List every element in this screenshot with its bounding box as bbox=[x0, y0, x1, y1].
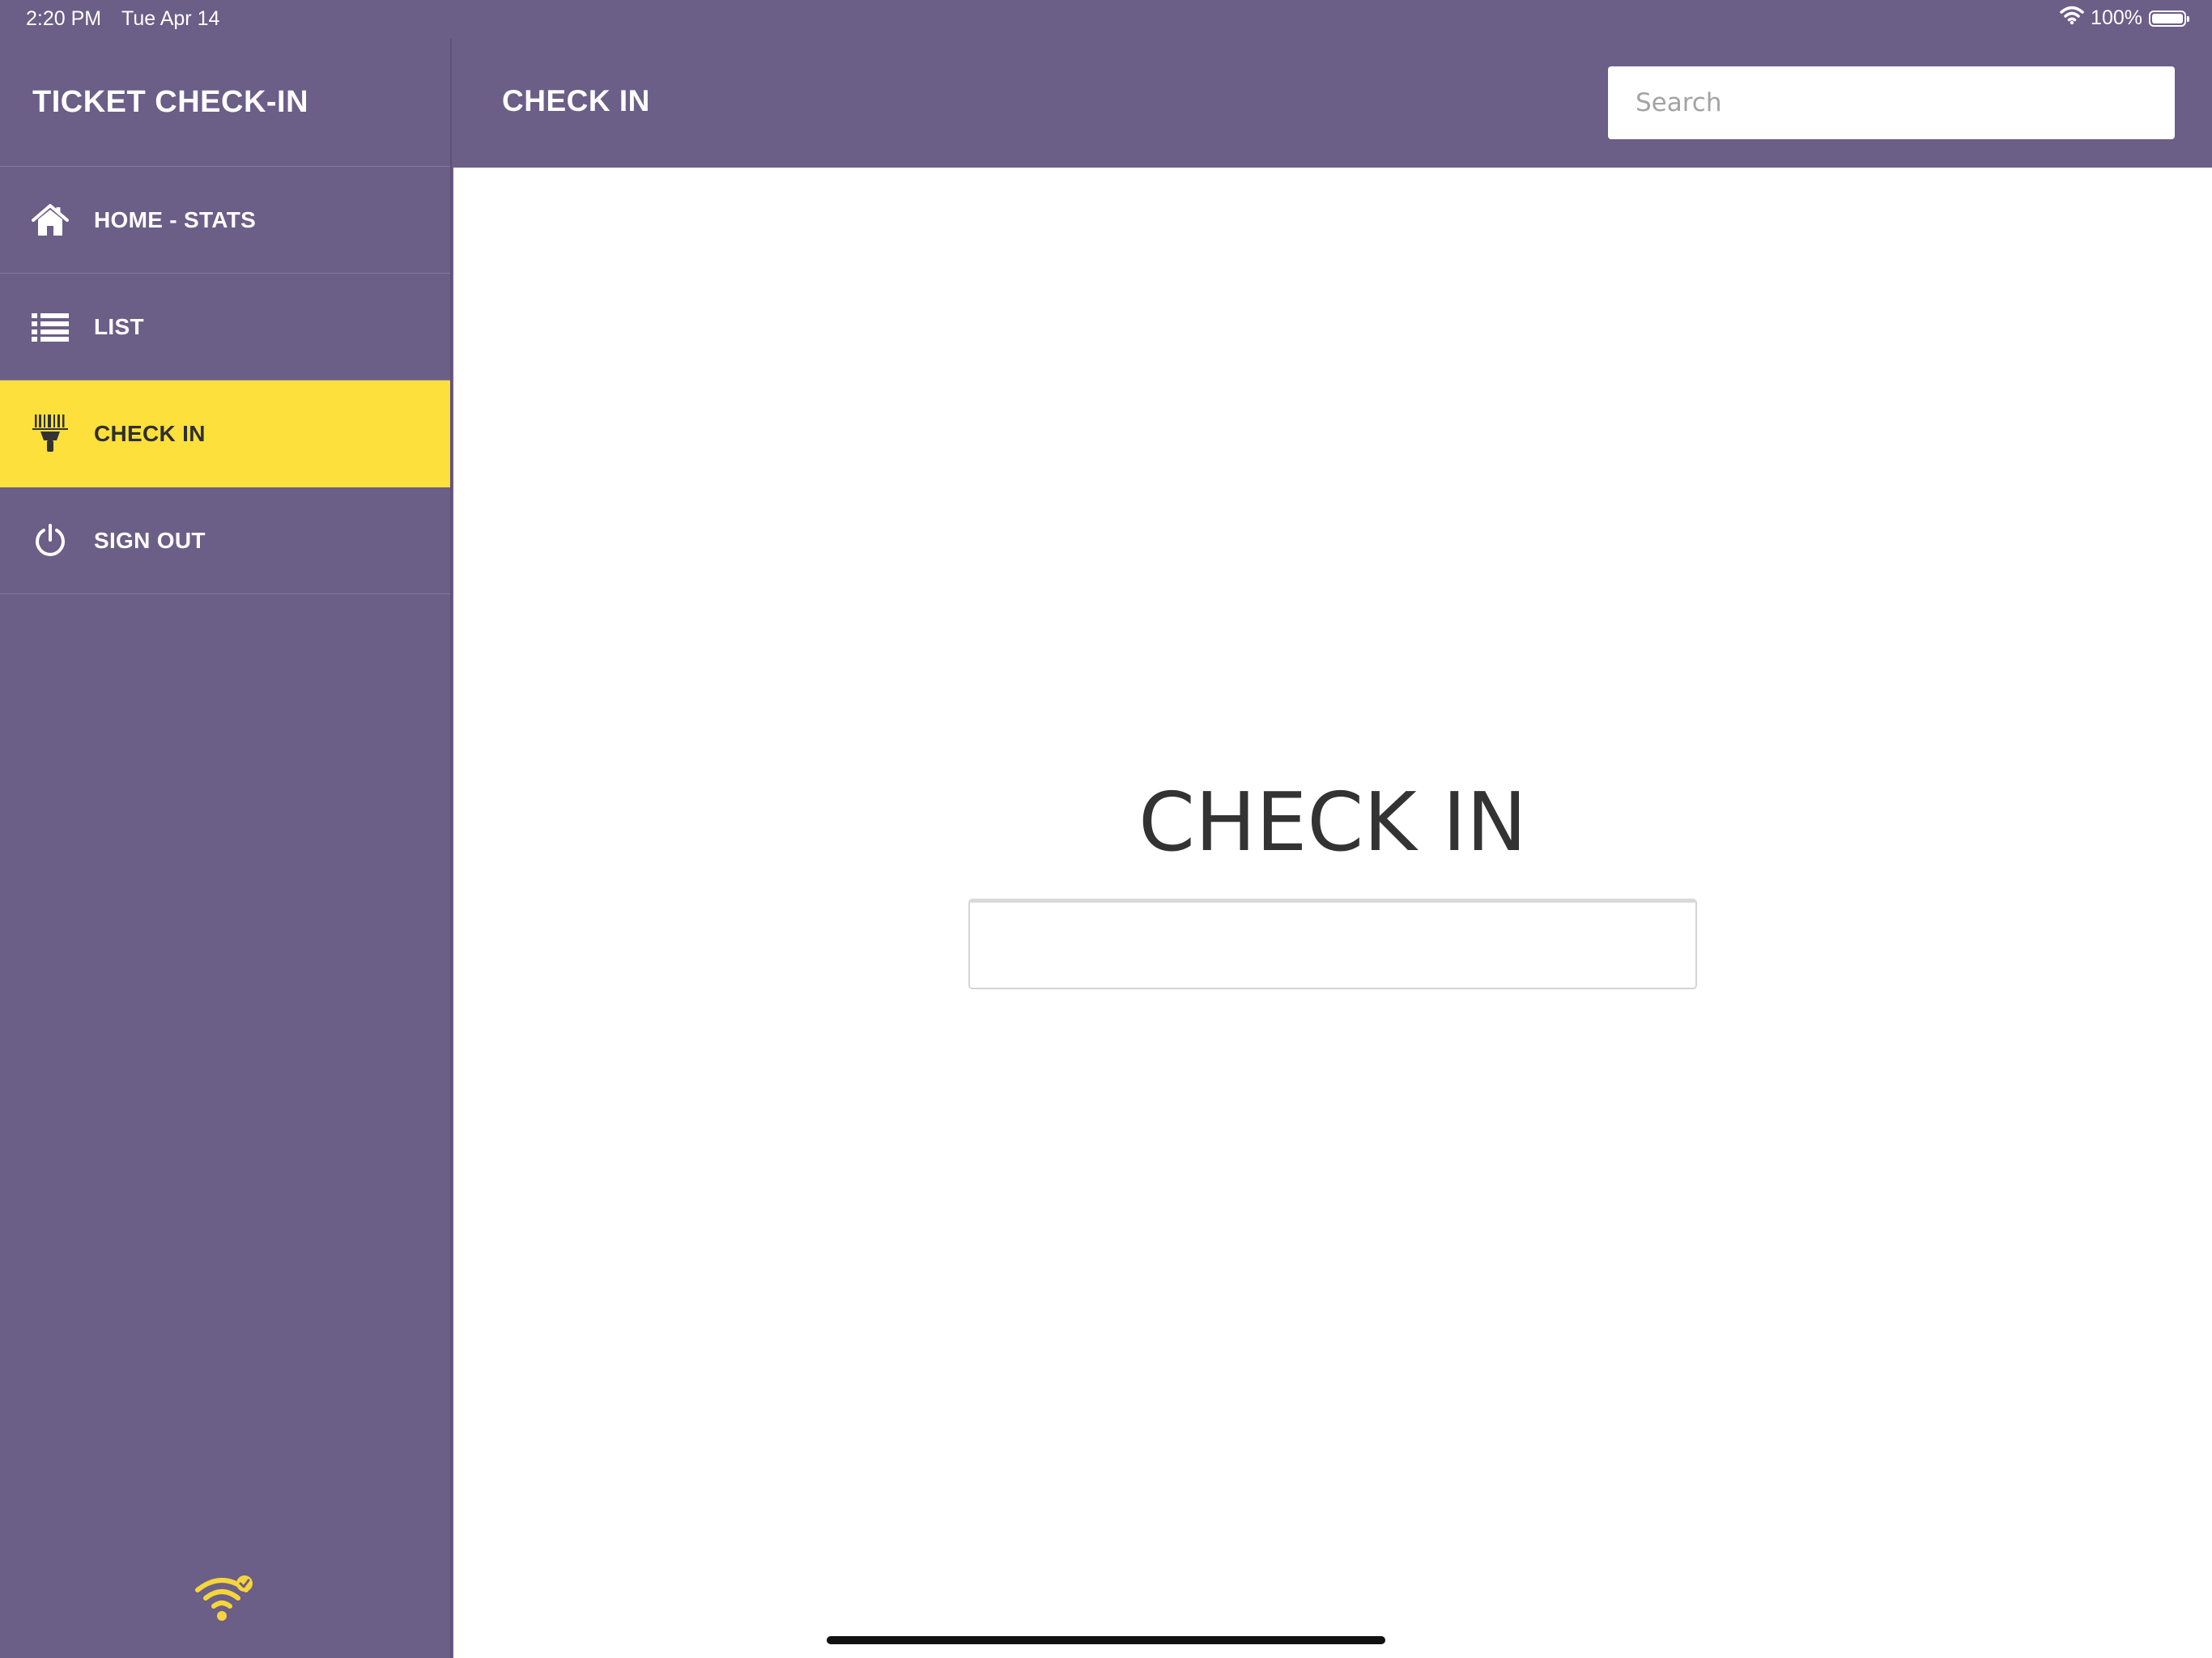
status-time: 2:20 PM bbox=[26, 7, 102, 30]
content-header: CHECK IN bbox=[452, 39, 2212, 168]
status-bar: 2:20 PM Tue Apr 14 100% bbox=[0, 0, 2212, 39]
list-icon bbox=[31, 308, 70, 346]
app-title: TICKET CHECK-IN bbox=[32, 85, 309, 119]
search-input[interactable] bbox=[1608, 66, 2175, 139]
sidebar-item-home-stats[interactable]: HOME - STATS bbox=[0, 167, 450, 274]
sidebar-item-label: CHECK IN bbox=[94, 420, 206, 446]
battery-percent: 100% bbox=[2091, 6, 2142, 29]
sidebar-item-label: SIGN OUT bbox=[94, 527, 206, 553]
battery-icon bbox=[2149, 10, 2189, 27]
sidebar: TICKET CHECK-IN HOME - STATS LIST CHECK … bbox=[0, 39, 452, 1658]
check-in-code-field[interactable] bbox=[968, 899, 1697, 989]
sidebar-header: TICKET CHECK-IN bbox=[0, 39, 450, 167]
sidebar-item-sign-out[interactable]: SIGN OUT bbox=[0, 487, 450, 594]
wifi-connected-icon bbox=[194, 1572, 256, 1624]
power-icon bbox=[31, 521, 70, 560]
sidebar-item-label: LIST bbox=[94, 313, 144, 339]
status-date: Tue Apr 14 bbox=[121, 7, 220, 30]
page-title: CHECK IN bbox=[502, 84, 650, 117]
main-content: CHECK IN bbox=[453, 168, 2212, 1658]
sidebar-item-check-in[interactable]: CHECK IN bbox=[0, 380, 450, 487]
sidebar-item-list[interactable]: LIST bbox=[0, 274, 450, 380]
barcode-scanner-icon bbox=[31, 414, 70, 453]
home-icon bbox=[31, 201, 70, 240]
check-in-heading: CHECK IN bbox=[1138, 775, 1527, 869]
wifi-icon bbox=[2060, 6, 2084, 31]
status-indicators: 100% bbox=[2060, 6, 2189, 31]
home-indicator[interactable] bbox=[827, 1636, 1385, 1644]
sidebar-item-label: HOME - STATS bbox=[94, 206, 257, 232]
app-window: 2:20 PM Tue Apr 14 100% TICKET CHECK-IN bbox=[0, 0, 2212, 1658]
